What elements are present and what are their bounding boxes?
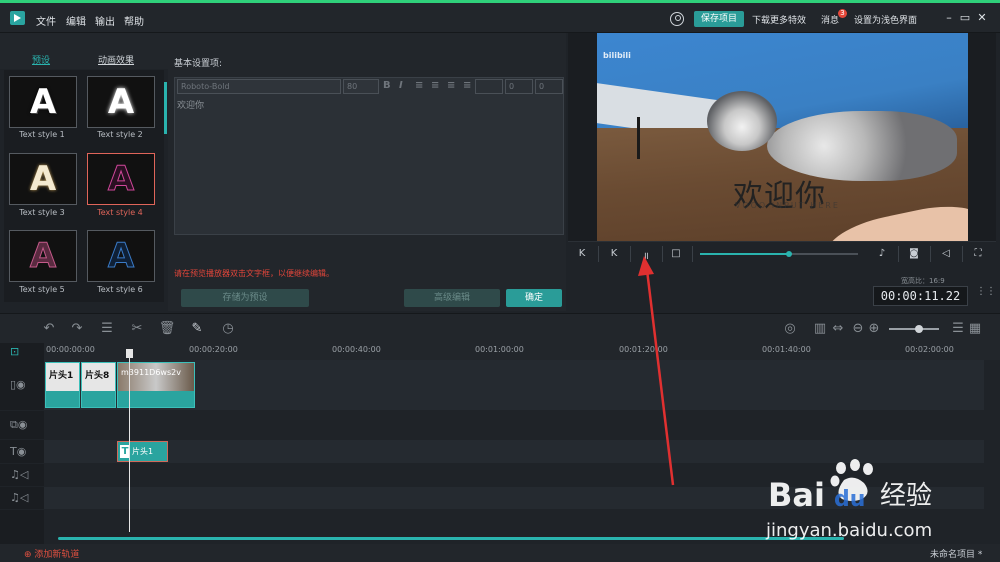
- baidu-watermark: Bai du 经验 jingyan.baidu.com: [748, 456, 988, 556]
- svg-text:Bai: Bai: [768, 476, 825, 514]
- editor-window: 文件 编辑 输出 帮助 保存项目 下载更多特效 消息 3 设置为浅色界面 – ▭…: [0, 0, 1000, 562]
- baidu-paw-logo: Bai du 经验 jingyan.baidu.com: [765, 459, 932, 541]
- arrow-head: [638, 256, 654, 276]
- arrow-shaft: [645, 269, 675, 486]
- svg-text:经验: 经验: [880, 481, 932, 511]
- svg-text:jingyan.baidu.com: jingyan.baidu.com: [765, 520, 932, 541]
- svg-text:du: du: [834, 487, 865, 512]
